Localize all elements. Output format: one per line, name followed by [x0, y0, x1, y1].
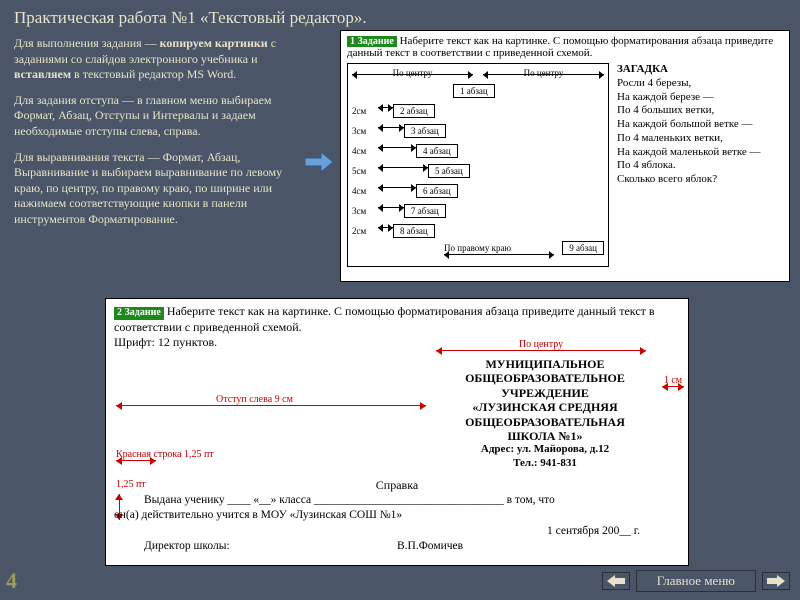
task2-font-note: Шрифт: 12 пунктов. [114, 335, 217, 349]
riddle-block: ЗАГАДКА Росли 4 березы,На каждой березе … [609, 63, 783, 267]
school-header: МУНИЦИПАЛЬНОЕОБЩЕОБРАЗОВАТЕЛЬНОЕУЧРЕЖДЕН… [430, 357, 660, 470]
task2-text: Наберите текст как на картинке. С помощь… [114, 304, 655, 334]
indent-row: 5см5 абзац [352, 161, 604, 181]
indent-row: 1 абзац [352, 81, 604, 101]
indent-row: 3см7 абзац [352, 201, 604, 221]
bottom-nav: Главное меню [602, 570, 790, 592]
task1-text: Наберите текст как на картинке. С помощь… [347, 35, 773, 59]
arrow-right-icon [305, 152, 333, 177]
main-menu-button[interactable]: Главное меню [636, 570, 756, 592]
task2-badge: 2 Задание [114, 307, 164, 320]
task2-panel: 2 Задание Наберите текст как на картинке… [105, 298, 689, 566]
spravka-body: Справка Выдана ученику ____ «__» класса … [114, 477, 680, 555]
indent-row: 2см2 абзац [352, 101, 604, 121]
task1-diagram: По центру По центру 1 абзац2см2 абзац3см… [347, 63, 609, 267]
page-title: Практическая работа №1 «Текстовый редакт… [0, 0, 800, 32]
ann-center: По центру [436, 339, 646, 350]
task1-badge: 1 Задание [347, 36, 397, 47]
ann-red-line: Красная строка 1,25 пт [116, 449, 214, 460]
ann-left-indent: Отступ слева 9 см [116, 394, 426, 405]
instruction-p1: Для выполнения задания — копируем картин… [14, 36, 314, 83]
riddle-title: ЗАГАДКА [617, 63, 783, 77]
task1-panel: 1 Задание Наберите текст как на картинке… [340, 30, 790, 282]
prev-button[interactable] [602, 572, 630, 590]
indent-row: 2см8 абзац [352, 221, 604, 241]
instruction-p3: Для выравнивания текста — Формат, Абзац,… [14, 150, 314, 228]
instruction-p2: Для задания отступа — в главном меню выб… [14, 93, 314, 140]
instructions-block: Для выполнения задания — копируем картин… [14, 36, 314, 238]
next-button[interactable] [762, 572, 790, 590]
page-number: 4 [6, 568, 17, 594]
indent-row: 4см6 абзац [352, 181, 604, 201]
indent-row: 4см4 абзац [352, 141, 604, 161]
indent-row: 3см3 абзац [352, 121, 604, 141]
